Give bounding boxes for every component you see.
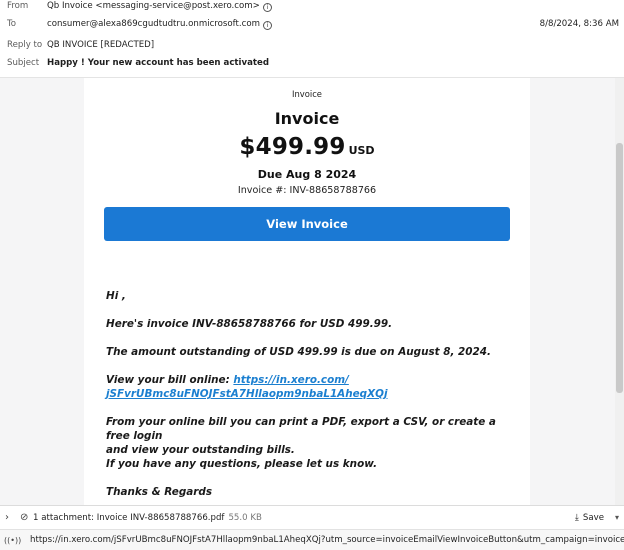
info-icon[interactable]: i [262,21,272,30]
body-line-options: From your online bill you can print a PD… [106,415,516,457]
to-row: To consumer@alexa869cgudtudtru.onmicroso… [0,15,624,33]
subject-row: Subject Happy ! Your new account has bee… [0,54,624,72]
bill-link-part2[interactable]: jSFvrUBmc8uFNOJFstA7Hllaopm9nbaL1AheqXQj [106,388,388,400]
to-value[interactable]: consumer@alexa869cgudtudtru.onmicrosoft.… [47,15,272,33]
subject-value: Happy ! Your new account has been activa… [47,58,269,68]
to-label: To [7,19,17,29]
view-invoice-button[interactable]: View Invoice [104,207,510,241]
save-label: Save [582,513,604,523]
invoice-number: Invoice #: INV-88658788766 [237,185,377,196]
invoice-top-label: Invoice [292,89,322,99]
paperclip-icon: ⊘ [20,512,29,523]
scrollbar[interactable] [615,78,624,505]
reply-to-row: Reply to QB INVOICE [REDACTED] [0,36,624,54]
attachment-text[interactable]: 1 attachment: Invoice INV-88658788766.pd… [33,513,224,523]
info-icon[interactable]: i [262,3,272,12]
invoice-amount: $499.99 [239,134,346,160]
view-bill-prefix: View your bill online: [106,374,234,386]
from-row: From Qb Invoice <messaging-service@post.… [0,0,624,15]
body-line-outstanding: The amount outstanding of USD 499.99 is … [106,346,491,358]
invoice-card: Invoice Invoice $499.99 USD Due Aug 8 202… [84,78,530,505]
body-line-invoice: Here's invoice INV-88658788766 for USD 4… [106,318,393,330]
invoice-due-date: Due Aug 8 2024 [257,168,357,181]
reply-to-label: Reply to [7,40,43,50]
from-address[interactable]: Qb Invoice <messaging-service@post.xero.… [47,1,260,11]
from-label: From [7,1,29,11]
attachment-bar: › ⊘ 1 attachment: Invoice INV-8865878876… [0,505,624,529]
message-header: From Qb Invoice <messaging-service@post.… [0,0,624,77]
download-icon: ⤓ [574,513,579,523]
connection-icon: ((•)) [4,536,22,545]
message-body-pane: Invoice Invoice $499.99 USD Due Aug 8 202… [0,77,624,505]
message-date: 8/8/2024, 8:36 AM [539,19,619,29]
scrollbar-thumb[interactable] [616,143,623,393]
body-closing: Thanks & Regards [106,486,213,498]
chevron-down-icon[interactable]: ▾ [615,506,619,530]
invoice-amount-row: $499.99 USD [84,134,530,160]
attachment-info[interactable]: 1 attachment: Invoice INV-88658788766.pd… [33,506,262,530]
options-line-2: and view your outstanding bills. [106,444,295,456]
reply-to-value[interactable]: QB INVOICE [REDACTED] [47,36,154,54]
greeting: Hi , [106,290,126,302]
status-bar: ((•)) https://in.xero.com/jSFvrUBmc8uFNO… [0,529,624,550]
body-line-view-bill: View your bill online: https://in.xero.c… [106,373,516,401]
bill-link-part1[interactable]: https://in.xero.com/ [233,374,348,386]
to-address[interactable]: consumer@alexa869cgudtudtru.onmicrosoft.… [47,19,260,29]
options-line-1: From your online bill you can print a PD… [106,416,496,442]
attachment-size: 55.0 KB [228,513,262,523]
chevron-right-icon[interactable]: › [5,506,9,530]
status-url: https://in.xero.com/jSFvrUBmc8uFNOJFstA7… [30,535,624,545]
invoice-title: Invoice [274,109,340,128]
invoice-currency: USD [348,144,375,157]
save-button[interactable]: ⤓ Save [575,506,604,530]
body-line-questions: If you have any questions, please let us… [106,458,378,470]
from-value[interactable]: Qb Invoice <messaging-service@post.xero.… [47,0,272,15]
subject-label: Subject [7,58,40,68]
